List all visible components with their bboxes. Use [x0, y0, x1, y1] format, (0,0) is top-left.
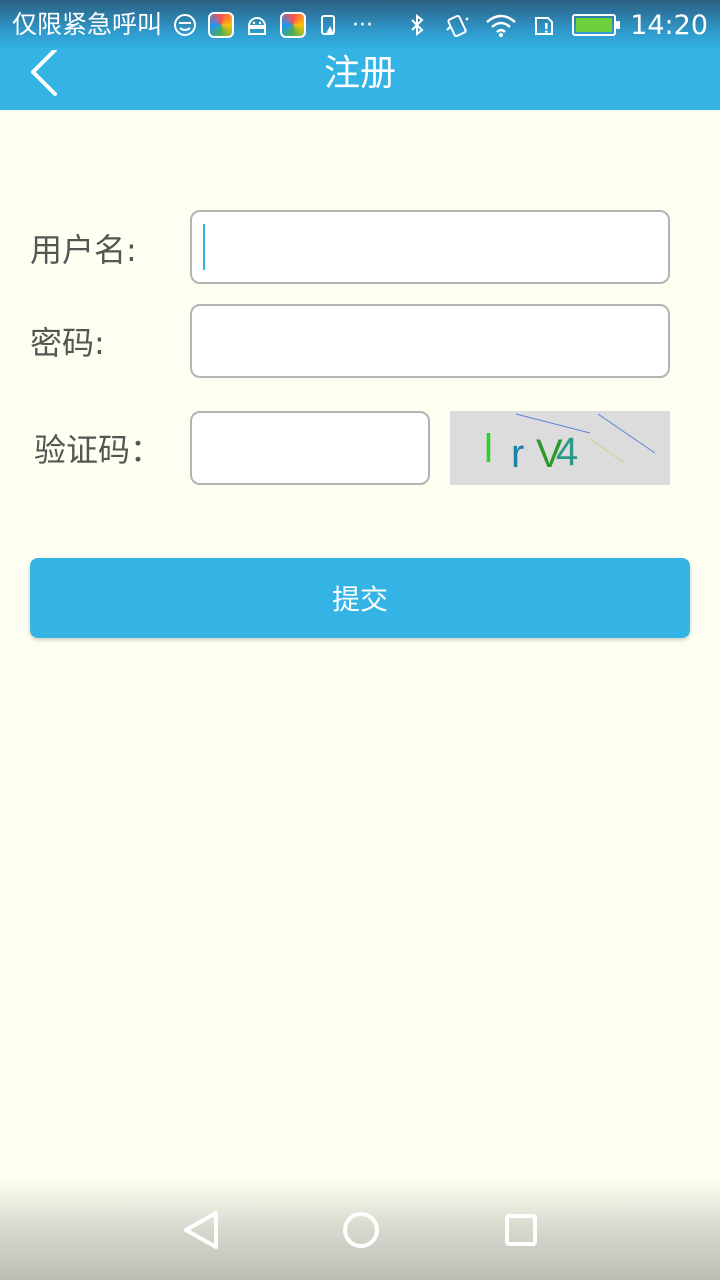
submit-button[interactable]: 提交 [30, 558, 690, 638]
page-title: 注册 [323, 53, 396, 94]
android-icon [244, 12, 270, 38]
app-store-icon [208, 12, 234, 38]
smiley-icon [172, 12, 198, 38]
captcha-char: l [484, 427, 493, 471]
battery-charging-icon [572, 14, 621, 36]
status-bar: 仅限紧急呼叫 ··· 14:20 [0, 0, 720, 50]
nav-home-button[interactable] [326, 1195, 396, 1265]
captcha-char: 4 [556, 430, 578, 474]
overflow-icon: ··· [352, 12, 373, 38]
app-store-icon [280, 12, 306, 38]
system-icons: 14:20 [404, 8, 708, 42]
navigation-bar [0, 1180, 720, 1280]
wifi-icon [484, 12, 518, 38]
vibrate-icon [444, 12, 470, 38]
captcha-noise-line [515, 413, 591, 434]
circle-home-icon [343, 1212, 379, 1248]
back-button[interactable] [18, 48, 78, 110]
password-input[interactable] [190, 304, 670, 378]
storage-alert-icon [316, 12, 342, 38]
title-bar: 注册 [0, 48, 720, 110]
username-label: 用户名: [30, 231, 137, 269]
captcha-input[interactable] [190, 411, 430, 485]
captcha-label: 验证码： [34, 431, 163, 469]
square-recents-icon [505, 1214, 537, 1246]
captcha-char: r [511, 432, 524, 476]
password-label: 密码: [30, 324, 105, 362]
notification-icons: ··· [172, 10, 373, 40]
nav-recents-button[interactable] [486, 1195, 556, 1265]
captcha-noise-line [589, 438, 626, 464]
carrier-text: 仅限紧急呼叫 [12, 10, 163, 39]
clock: 14:20 [630, 9, 708, 41]
text-cursor [203, 224, 205, 270]
username-input[interactable] [190, 210, 670, 284]
bluetooth-icon [404, 12, 430, 38]
sim-alert-icon [532, 12, 558, 38]
captcha-image[interactable]: l r V 4 [450, 411, 670, 485]
nav-back-button[interactable] [166, 1195, 236, 1265]
triangle-back-icon [184, 1211, 218, 1249]
captcha-noise-line [597, 413, 656, 454]
chevron-left-icon [31, 48, 57, 96]
